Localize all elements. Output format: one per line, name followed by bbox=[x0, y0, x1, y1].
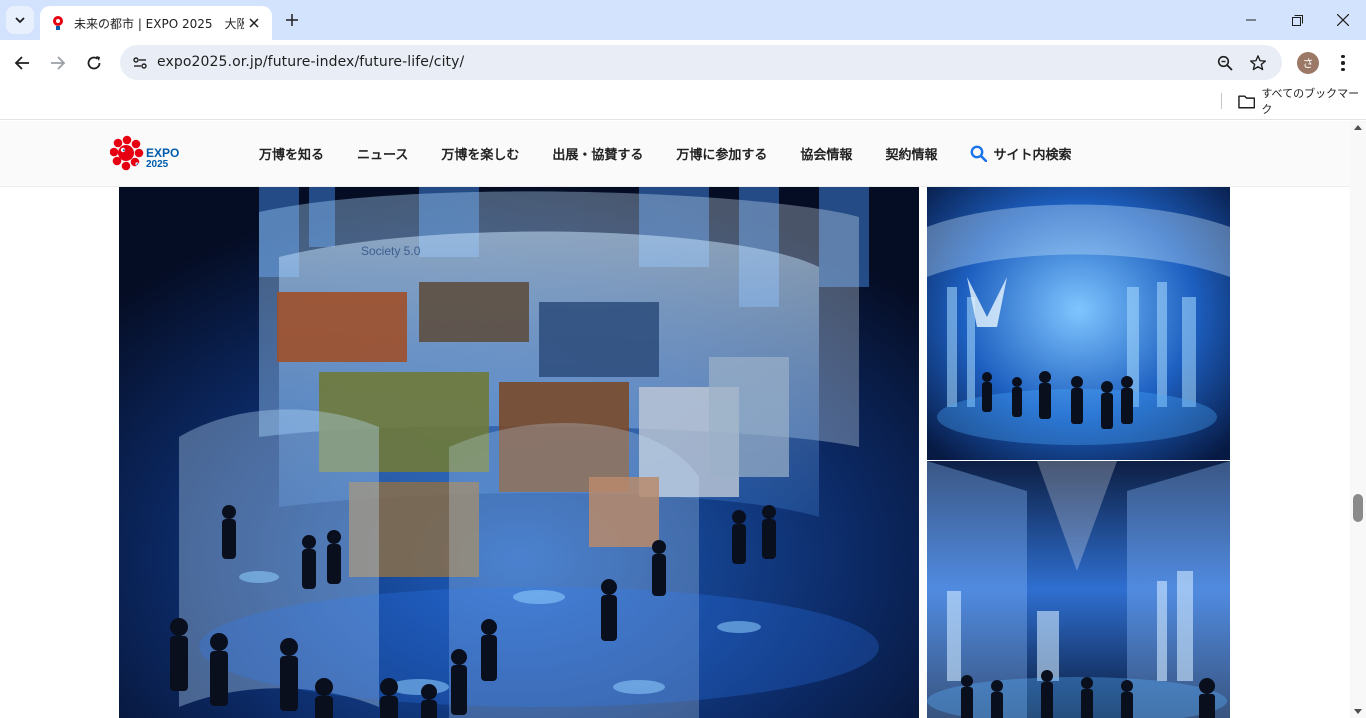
nav-item-association[interactable]: 協会情報 bbox=[800, 144, 852, 163]
folder-icon bbox=[1238, 94, 1256, 108]
site-info-icon[interactable] bbox=[128, 51, 152, 75]
nav-item-exhibit[interactable]: 出展・協賛する bbox=[552, 144, 643, 163]
profile-avatar[interactable]: さ bbox=[1297, 52, 1319, 74]
all-bookmarks-label: すべてのブックマーク bbox=[1261, 87, 1360, 116]
exhibition-illustration-side-top bbox=[927, 187, 1230, 460]
back-arrow-icon[interactable] bbox=[7, 48, 37, 78]
address-bar[interactable]: expo2025.or.jp/future-index/future-life/… bbox=[120, 45, 1282, 80]
active-tab[interactable]: 未来の都市 | EXPO 2025 大阪 bbox=[40, 6, 272, 40]
expo-logo[interactable]: EXPO 2025 bbox=[109, 135, 182, 173]
site-header: EXPO 2025 万博を知る ニュース 万博を楽しむ 出展・協賛する 万博に参… bbox=[0, 121, 1350, 187]
forward-arrow-icon[interactable] bbox=[43, 48, 73, 78]
nav-item-participate[interactable]: 万博に参加する bbox=[676, 144, 767, 163]
restore-icon[interactable] bbox=[1274, 0, 1320, 40]
scroll-down-arrow-icon[interactable] bbox=[1354, 709, 1362, 714]
nav-item-news[interactable]: ニュース bbox=[357, 144, 408, 163]
search-icon bbox=[971, 145, 988, 162]
bookmarks-divider bbox=[1221, 93, 1222, 109]
browser-toolbar: expo2025.or.jp/future-index/future-life/… bbox=[0, 40, 1366, 86]
signage-text: Society 5.0 bbox=[361, 244, 421, 258]
tab-title: 未来の都市 | EXPO 2025 大阪 bbox=[74, 16, 244, 31]
plus-icon[interactable] bbox=[280, 8, 304, 32]
url-text[interactable]: expo2025.or.jp/future-index/future-life/… bbox=[157, 54, 464, 70]
nav-item-enjoy[interactable]: 万博を楽しむ bbox=[441, 144, 519, 163]
page-scrollbar[interactable] bbox=[1350, 121, 1366, 718]
tab-search-button[interactable] bbox=[6, 6, 34, 34]
zoom-icon[interactable] bbox=[1213, 51, 1237, 75]
logo-year: 2025 bbox=[146, 159, 169, 170]
expo-favicon-icon bbox=[50, 15, 66, 31]
all-bookmarks-button[interactable]: すべてのブックマーク bbox=[1238, 87, 1366, 116]
nav-item-about[interactable]: 万博を知る bbox=[259, 144, 324, 163]
exhibition-illustration-main: Society 5.0 bbox=[119, 187, 919, 718]
page-viewport: EXPO 2025 万博を知る ニュース 万博を楽しむ 出展・協賛する 万博に参… bbox=[0, 121, 1366, 718]
main-nav: 万博を知る ニュース 万博を楽しむ 出展・協賛する 万博に参加する 協会情報 契… bbox=[259, 143, 1104, 163]
scroll-thumb[interactable] bbox=[1353, 494, 1363, 522]
more-menu-icon[interactable] bbox=[1333, 50, 1353, 76]
site-search-button[interactable]: サイト内検索 bbox=[970, 144, 1071, 163]
reload-icon[interactable] bbox=[79, 48, 109, 78]
nav-item-contracts[interactable]: 契約情報 bbox=[885, 144, 937, 163]
bookmarks-bar: すべてのブックマーク bbox=[0, 86, 1366, 120]
tab-strip: 未来の都市 | EXPO 2025 大阪 bbox=[0, 0, 1366, 40]
tab-search-icon bbox=[15, 17, 25, 24]
close-icon[interactable] bbox=[244, 13, 264, 33]
site-search-label: サイト内検索 bbox=[993, 147, 1072, 163]
minimize-icon[interactable] bbox=[1228, 0, 1274, 40]
exhibition-illustration-side-bottom bbox=[927, 461, 1230, 718]
close-window-icon[interactable] bbox=[1320, 0, 1366, 40]
logo-text: EXPO bbox=[146, 146, 179, 160]
scroll-up-arrow-icon[interactable] bbox=[1354, 125, 1362, 130]
star-icon[interactable] bbox=[1246, 51, 1270, 75]
